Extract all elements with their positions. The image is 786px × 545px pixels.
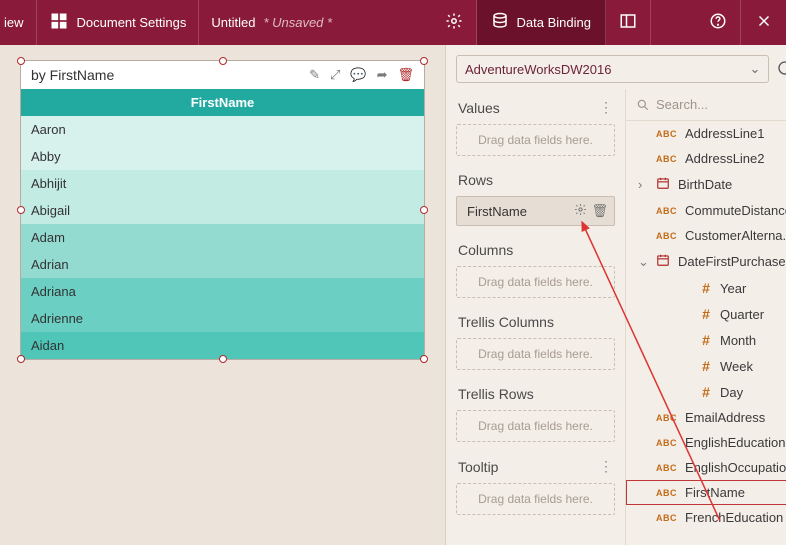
number-type-icon: # bbox=[700, 384, 712, 400]
top-bar: iew Document Settings Untitled * Unsaved… bbox=[0, 0, 786, 45]
visual-data-cell: Aaron bbox=[21, 116, 424, 143]
text-type-icon: ABC bbox=[656, 231, 677, 241]
panel-icon bbox=[619, 12, 637, 33]
number-type-icon: # bbox=[700, 332, 712, 348]
visual-data-cell: Adam bbox=[21, 224, 424, 251]
text-type-icon: ABC bbox=[656, 154, 677, 164]
help-button[interactable] bbox=[696, 0, 741, 45]
field-item[interactable]: #Week bbox=[626, 353, 786, 379]
comment-icon[interactable]: 💬 bbox=[350, 67, 366, 83]
document-settings-button[interactable]: Document Settings bbox=[37, 0, 200, 45]
delete-icon[interactable]: 🗑 bbox=[397, 67, 414, 83]
number-type-icon: # bbox=[700, 280, 712, 296]
trellis-rows-section-header: Trellis Rows bbox=[446, 376, 625, 406]
field-search[interactable]: Search... bbox=[626, 89, 786, 121]
search-icon bbox=[636, 98, 650, 112]
visual-column-header: FirstName bbox=[21, 89, 424, 116]
help-icon bbox=[709, 12, 727, 33]
field-item[interactable]: ABCFrenchEducation bbox=[626, 505, 786, 530]
refresh-button[interactable] bbox=[777, 60, 786, 79]
tooltip-dropzone[interactable]: Drag data fields here. bbox=[456, 483, 615, 515]
field-item[interactable]: ABCFirstName bbox=[626, 480, 786, 505]
text-type-icon: ABC bbox=[656, 513, 677, 523]
panel-toggle-button[interactable] bbox=[606, 0, 651, 45]
columns-section-header: Columns bbox=[446, 232, 625, 262]
visual-widget[interactable]: by FirstName ✎ ⤢ 💬 ➦ 🗑 FirstName AaronAb… bbox=[20, 60, 425, 360]
columns-dropzone[interactable]: Drag data fields here. bbox=[456, 266, 615, 298]
text-type-icon: ABC bbox=[656, 129, 677, 139]
field-item[interactable]: #Month bbox=[626, 327, 786, 353]
tooltip-section-header: Tooltip⋮ bbox=[446, 448, 625, 479]
text-type-icon: ABC bbox=[656, 206, 677, 216]
rows-section-header: Rows bbox=[446, 162, 625, 192]
close-button[interactable] bbox=[741, 0, 786, 45]
visual-data-cell: Abby bbox=[21, 143, 424, 170]
number-type-icon: # bbox=[700, 358, 712, 374]
field-item[interactable]: #Quarter bbox=[626, 301, 786, 327]
database-icon bbox=[491, 12, 509, 33]
trellis-columns-section-header: Trellis Columns bbox=[446, 304, 625, 334]
date-type-icon bbox=[656, 176, 670, 193]
text-type-icon: ABC bbox=[656, 463, 677, 473]
trellis-rows-dropzone[interactable]: Drag data fields here. bbox=[456, 410, 615, 442]
canvas-area[interactable]: by FirstName ✎ ⤢ 💬 ➦ 🗑 FirstName AaronAb… bbox=[0, 45, 445, 545]
share-icon[interactable]: ➦ bbox=[377, 67, 388, 83]
number-type-icon: # bbox=[700, 306, 712, 322]
field-item[interactable]: ⌄DateFirstPurchase bbox=[626, 248, 786, 275]
visual-data-cell: Adrian bbox=[21, 251, 424, 278]
visual-data-cell: Abhijit bbox=[21, 170, 424, 197]
data-binding-panel: AdventureWorksDW2016 ⌄ Values⋮ Drag data… bbox=[445, 45, 786, 545]
text-type-icon: ABC bbox=[656, 413, 677, 423]
document-name: Untitled * Unsaved * bbox=[199, 0, 344, 45]
field-item[interactable]: #Year bbox=[626, 275, 786, 301]
field-item[interactable]: ABCAddressLine1 bbox=[626, 121, 786, 146]
field-item[interactable]: ABCEmailAddress bbox=[626, 405, 786, 430]
values-section-header: Values⋮ bbox=[446, 89, 625, 120]
config-column: Values⋮ Drag data fields here. Rows Firs… bbox=[446, 89, 626, 545]
chevron-down-icon: ⌄ bbox=[750, 61, 761, 77]
values-dropzone[interactable]: Drag data fields here. bbox=[456, 124, 615, 156]
trash-icon[interactable]: 🗑 bbox=[591, 203, 608, 219]
date-type-icon bbox=[656, 253, 670, 270]
visual-data-cell: Adriana bbox=[21, 278, 424, 305]
rows-field-chip[interactable]: FirstName 🗑 bbox=[456, 196, 615, 226]
trellis-columns-dropzone[interactable]: Drag data fields here. bbox=[456, 338, 615, 370]
expand-icon[interactable]: ⤢ bbox=[330, 67, 340, 83]
field-item[interactable]: ABCCustomerAlterna... bbox=[626, 223, 786, 248]
field-item[interactable]: #Day bbox=[626, 379, 786, 405]
edit-icon[interactable]: ✎ bbox=[309, 67, 320, 83]
settings-button[interactable] bbox=[432, 0, 477, 45]
field-item[interactable]: ABCEnglishEducation bbox=[626, 430, 786, 455]
more-icon[interactable]: ⋮ bbox=[599, 458, 613, 475]
close-icon bbox=[755, 12, 773, 33]
fields-column: Search... ABCAddressLine1ABCAddressLine2… bbox=[626, 89, 786, 545]
field-item[interactable]: ABCCommuteDistance bbox=[626, 198, 786, 223]
text-type-icon: ABC bbox=[656, 438, 677, 448]
visual-title-bar: by FirstName ✎ ⤢ 💬 ➦ 🗑 bbox=[21, 61, 424, 89]
field-item[interactable]: ABCEnglishOccupation bbox=[626, 455, 786, 480]
dataset-dropdown[interactable]: AdventureWorksDW2016 ⌄ bbox=[456, 55, 769, 83]
visual-data-cell: Abigail bbox=[21, 197, 424, 224]
view-tab-partial[interactable]: iew bbox=[0, 0, 37, 45]
data-binding-tab[interactable]: Data Binding bbox=[477, 0, 606, 45]
gear-icon[interactable] bbox=[574, 203, 587, 219]
gear-icon bbox=[445, 12, 463, 33]
grid-icon bbox=[49, 11, 69, 34]
visual-data-cell: Adrienne bbox=[21, 305, 424, 332]
more-icon[interactable]: ⋮ bbox=[599, 99, 613, 116]
text-type-icon: ABC bbox=[656, 488, 677, 498]
visual-title: by FirstName bbox=[31, 67, 114, 83]
field-item[interactable]: ABCAddressLine2 bbox=[626, 146, 786, 171]
field-item[interactable]: ›BirthDate bbox=[626, 171, 786, 198]
